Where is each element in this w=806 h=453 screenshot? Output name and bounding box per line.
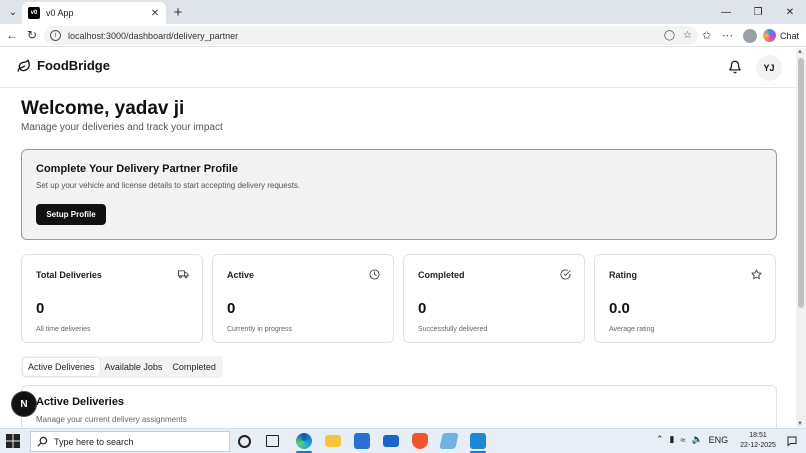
page-subtitle: Manage your deliveries and track your im…: [21, 122, 223, 133]
stat-card-completed: Completed 0 Successfully delivered: [403, 254, 585, 343]
copilot-chat-button[interactable]: Chat: [763, 27, 799, 44]
vscode-icon[interactable]: [470, 433, 486, 449]
page-scrollbar[interactable]: ▲ ▼: [796, 48, 806, 428]
reader-mode-icon[interactable]: ◯: [664, 30, 675, 41]
brand-name: FoodBridge: [37, 58, 110, 73]
tab-actions-chevron-icon[interactable]: ⌄: [4, 3, 22, 21]
stat-value: 0.0: [609, 300, 630, 317]
stat-card-rating: Rating 0.0 Average rating: [594, 254, 776, 343]
check-circle-icon: [560, 269, 571, 280]
setup-card-title: Complete Your Delivery Partner Profile: [36, 163, 238, 175]
tab-available-jobs[interactable]: Available Jobs: [100, 358, 168, 376]
mail-icon[interactable]: [383, 435, 399, 447]
app-icon[interactable]: [439, 433, 459, 449]
site-info-icon[interactable]: i: [50, 30, 61, 41]
stat-title: Rating: [609, 270, 637, 280]
star-icon: [751, 269, 762, 280]
favorites-icon[interactable]: ✩: [702, 27, 711, 44]
page-viewport: FoodBridge YJ Welcome, yadav ji Manage y…: [0, 48, 796, 428]
user-avatar[interactable]: YJ: [756, 55, 782, 81]
windows-taskbar: Type here to search ⌃ ▮ ≈ 🔈 ENG 18:51 22…: [0, 428, 806, 453]
more-options-icon[interactable]: ⋯: [722, 27, 733, 44]
scroll-thumb[interactable]: [798, 58, 804, 308]
url-text[interactable]: localhost:3000/dashboard/delivery_partne…: [68, 31, 664, 41]
scroll-up-icon[interactable]: ▲: [797, 49, 803, 55]
stat-title: Completed: [418, 270, 465, 280]
search-placeholder: Type here to search: [54, 436, 134, 447]
browser-tab[interactable]: v0 v0 App ✕: [22, 2, 166, 24]
tab-completed[interactable]: Completed: [167, 358, 221, 376]
delivery-tabs: Active Deliveries Available Jobs Complet…: [21, 356, 223, 378]
task-view-icon[interactable]: [238, 435, 251, 448]
chevron-up-icon[interactable]: ⌃: [656, 434, 664, 445]
chat-label: Chat: [780, 30, 800, 41]
wifi-icon[interactable]: ≈: [681, 435, 686, 445]
nextjs-dev-indicator[interactable]: N: [12, 392, 36, 416]
brave-browser-icon[interactable]: [412, 433, 428, 449]
notification-icon[interactable]: [786, 435, 798, 447]
microsoft-store-icon[interactable]: [354, 433, 370, 449]
language-indicator[interactable]: ENG: [709, 435, 729, 445]
profile-avatar[interactable]: [743, 27, 757, 44]
profile-setup-card: Complete Your Delivery Partner Profile S…: [21, 149, 777, 240]
system-tray: ⌃ ▮ ≈ 🔈 ENG: [656, 434, 728, 445]
back-arrow-icon[interactable]: ←: [4, 27, 20, 43]
clock-icon: [369, 269, 380, 280]
stat-value: 0: [418, 300, 427, 317]
volume-icon[interactable]: 🔈: [691, 434, 702, 445]
truck-icon: [178, 270, 189, 279]
section-subtitle: Manage your current delivery assignments: [36, 415, 187, 424]
new-tab-plus-icon[interactable]: +: [170, 3, 186, 21]
widgets-icon[interactable]: [266, 435, 279, 447]
section-title: Active Deliveries: [36, 396, 125, 408]
window-close-icon[interactable]: ✕: [774, 0, 806, 24]
scroll-down-icon[interactable]: ▼: [797, 421, 803, 427]
refresh-icon[interactable]: ↻: [24, 27, 40, 43]
tab-active-deliveries[interactable]: Active Deliveries: [23, 358, 100, 376]
stat-value: 0: [227, 300, 236, 317]
stat-subtitle: All time deliveries: [36, 326, 91, 333]
tab-close-icon[interactable]: ✕: [148, 6, 162, 20]
stat-subtitle: Successfully delivered: [418, 326, 488, 333]
maximize-icon[interactable]: ❐: [742, 0, 774, 24]
browser-tab-strip: ⌄ v0 v0 App ✕ + — ❐ ✕: [0, 0, 806, 24]
stat-card-total-deliveries: Total Deliveries 0 All time deliveries: [21, 254, 203, 343]
stat-value: 0: [36, 300, 45, 317]
leaf-icon: [17, 59, 30, 72]
stat-card-active: Active 0 Currently in progress: [212, 254, 394, 343]
stat-title: Active: [227, 270, 255, 280]
edge-browser-icon[interactable]: [296, 433, 312, 449]
file-explorer-icon[interactable]: [325, 435, 341, 447]
battery-icon[interactable]: ▮: [670, 434, 675, 445]
setup-card-description: Set up your vehicle and license details …: [36, 181, 301, 190]
tab-title: v0 App: [46, 8, 74, 18]
window-controls: — ❐ ✕: [710, 0, 806, 24]
setup-profile-button[interactable]: Setup Profile: [36, 204, 106, 225]
search-icon: [37, 436, 48, 447]
clock-date: 22-12-2025: [740, 442, 776, 449]
stat-title: Total Deliveries: [36, 270, 102, 280]
stat-subtitle: Average rating: [609, 326, 655, 333]
bell-icon[interactable]: [728, 60, 742, 74]
url-field[interactable]: i localhost:3000/dashboard/delivery_part…: [44, 26, 698, 45]
windows-start-icon[interactable]: [6, 434, 20, 448]
taskbar-search-input[interactable]: Type here to search: [30, 431, 230, 452]
brand-logo[interactable]: FoodBridge: [17, 58, 110, 73]
tab-favicon: v0: [28, 7, 40, 19]
taskbar-clock[interactable]: 18:51 22-12-2025: [740, 431, 776, 451]
copilot-icon: [763, 29, 776, 42]
minimize-icon[interactable]: —: [710, 0, 742, 24]
active-deliveries-card: Active Deliveries Manage your current de…: [21, 385, 777, 428]
clock-time: 18:51: [749, 432, 767, 439]
favorite-star-icon[interactable]: ☆: [683, 30, 692, 41]
address-bar: ← ↻ i localhost:3000/dashboard/delivery_…: [0, 24, 806, 47]
page-title: Welcome, yadav ji: [21, 98, 185, 119]
stat-subtitle: Currently in progress: [227, 326, 292, 333]
app-header: FoodBridge YJ: [0, 48, 796, 88]
